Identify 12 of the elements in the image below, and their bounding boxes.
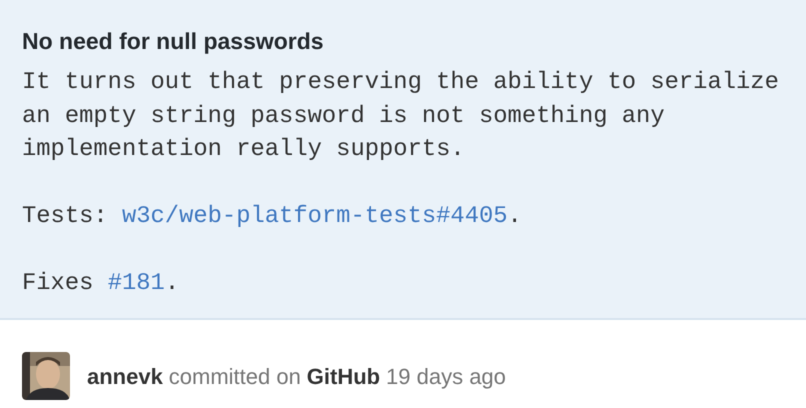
message-line: an empty string password is not something any bbox=[22, 102, 666, 132]
commit-title: No need for null passwords bbox=[22, 27, 325, 56]
commit-time: 19 days ago bbox=[386, 362, 506, 391]
message-line: implementation really supports. bbox=[22, 135, 466, 165]
author-link[interactable]: annevk bbox=[87, 360, 163, 392]
message-line: Fixes #181. bbox=[22, 269, 180, 299]
link[interactable]: #181 bbox=[108, 270, 165, 297]
message-line: It turns out that preserving the ability to serialize bbox=[22, 68, 780, 98]
message-line: Tests: w3c/web-platform-tests#4405. bbox=[22, 202, 523, 232]
link[interactable]: w3c/web-platform-tests#4405 bbox=[122, 203, 508, 230]
platform-name: GitHub bbox=[306, 362, 380, 390]
commit-action-text: committed on bbox=[168, 362, 301, 390]
